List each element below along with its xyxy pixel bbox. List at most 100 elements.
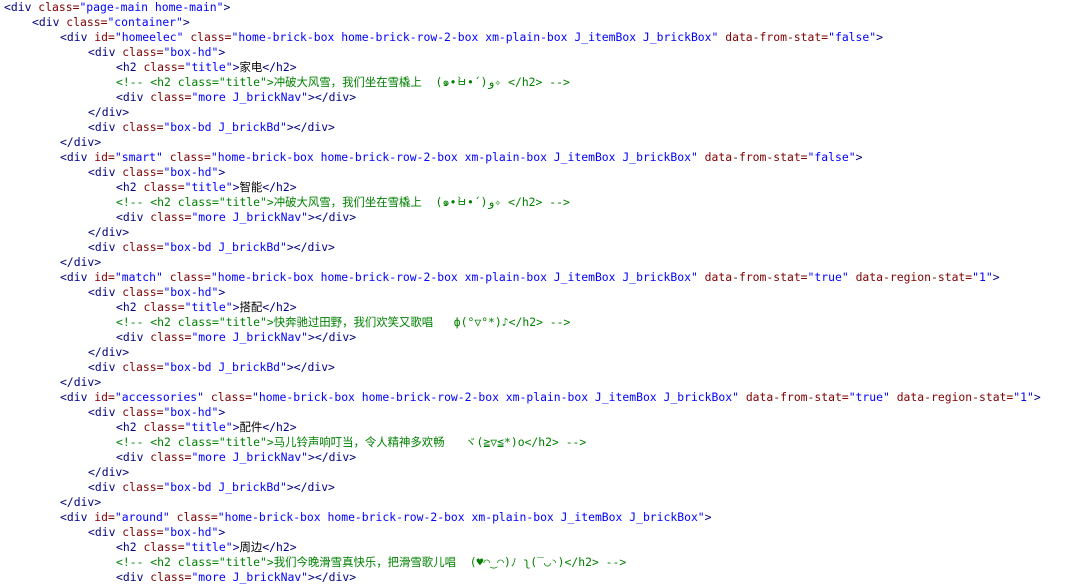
code-line: <div class="box-hd"> (0, 405, 1080, 420)
code-line: <div class="page-main home-main"> (0, 0, 1080, 15)
code-token-tag: ></div> (308, 450, 357, 464)
code-token-comment: <!-- <h2 class="title">我们今晚滑雪真快乐，把滑雪歌儿唱 … (116, 555, 627, 569)
code-token-attr-name: data-from-stat= (725, 30, 829, 44)
code-token-attr-val: "home-brick-box home-brick-row-2-box xm-… (210, 270, 705, 284)
code-token-tag: </div> (88, 345, 130, 359)
code-token-tag: > (876, 30, 883, 44)
code-token-attr-val: "home-brick-box home-brick-row-2-box xm-… (210, 150, 705, 164)
code-line: </div> (0, 255, 1080, 270)
code-token-tag: </h2> (262, 180, 297, 194)
code-token-tag: <div (60, 390, 95, 404)
code-token-attr-name: class= (143, 540, 185, 554)
code-token-attr-val: "true" (848, 390, 897, 404)
code-line: <div class="box-hd"> (0, 525, 1080, 540)
code-token-tag: <div (88, 405, 123, 419)
code-token-tag: <div (60, 30, 95, 44)
code-token-attr-name: class= (122, 240, 164, 254)
code-token-attr-val: "box-hd" (163, 165, 219, 179)
code-token-tag: </h2> (262, 420, 297, 434)
code-token-attr-name: data-from-stat= (745, 390, 849, 404)
code-line: <div id="smart" class="home-brick-box ho… (0, 150, 1080, 165)
code-token-attr-name: class= (122, 45, 164, 59)
code-token-attr-val: "true" (807, 270, 856, 284)
code-line: <div class="box-bd J_brickBd"></div> (0, 120, 1080, 135)
code-line: <div class="container"> (0, 15, 1080, 30)
code-token-attr-name: class= (210, 390, 253, 404)
code-token-tag: <div (116, 210, 151, 224)
code-token-tag: </h2> (262, 540, 297, 554)
code-line: <div class="more J_brickNav"></div> (0, 450, 1080, 465)
code-token-attr-name: class= (38, 0, 80, 14)
code-line: <div id="match" class="home-brick-box ho… (0, 270, 1080, 285)
code-token-attr-val: "box-hd" (163, 45, 219, 59)
code-line: </div> (0, 345, 1080, 360)
code-token-attr-name: data-from-stat= (704, 150, 808, 164)
code-token-comment: <!-- <h2 class="title">马儿铃声响叮当，令人精神多欢畅 ヾ… (116, 435, 587, 449)
code-line: </div> (0, 465, 1080, 480)
code-line: <div class="box-bd J_brickBd"></div> (0, 360, 1080, 375)
code-line: <div class="more J_brickNav"></div> (0, 330, 1080, 345)
code-line: <h2 class="title">家电</h2> (0, 60, 1080, 75)
code-token-tag: <h2 (116, 540, 144, 554)
code-token-attr-name: class= (122, 525, 164, 539)
code-token-attr-val: "title" (184, 60, 233, 74)
code-line: <div class="box-bd J_brickBd"></div> (0, 240, 1080, 255)
code-token-attr-name: data-from-stat= (704, 270, 808, 284)
code-token-tag: <h2 (116, 420, 144, 434)
code-token-attr-name: class= (169, 270, 211, 284)
code-token-attr-val: "1" (1013, 390, 1034, 404)
code-token-tag: <h2 (116, 180, 144, 194)
code-token-attr-name: class= (150, 210, 192, 224)
code-token-attr-name: data-region-stat= (896, 390, 1014, 404)
code-token-tag: <div (4, 0, 39, 14)
code-token-attr-val: "false" (828, 30, 877, 44)
code-token-tag: ></div> (286, 360, 335, 374)
code-token-tag: > (218, 45, 226, 59)
code-line: </div> (0, 135, 1080, 150)
code-token-attr-val: "more J_brickNav" (191, 570, 309, 584)
code-token-attr-val: "page-main home-main" (79, 0, 224, 14)
code-token-attr-name: class= (143, 180, 185, 194)
code-token-attr-name: class= (122, 360, 164, 374)
code-token-tag: <div (88, 165, 123, 179)
code-token-tag: > (218, 165, 226, 179)
code-line: <div class="box-hd"> (0, 45, 1080, 60)
code-line: <div class="more J_brickNav"></div> (0, 210, 1080, 225)
code-line: <h2 class="title">搭配</h2> (0, 300, 1080, 315)
code-token-tag: <h2 (116, 60, 144, 74)
code-line: <!-- <h2 class="title">快奔驰过田野，我们欢笑又歌唱 ф(… (0, 315, 1080, 330)
code-line: <div class="more J_brickNav"></div> (0, 90, 1080, 105)
code-token-attr-name: class= (143, 60, 185, 74)
code-token-attr-name: class= (150, 450, 192, 464)
code-token-tag: <div (60, 150, 95, 164)
code-token-attr-val: "home-brick-box home-brick-row-2-box xm-… (217, 510, 705, 524)
code-token-tag: > (992, 270, 1000, 284)
code-token-tag: ></div> (308, 90, 357, 104)
code-token-attr-val: "more J_brickNav" (191, 450, 309, 464)
code-token-attr-name: id= (94, 390, 115, 404)
code-token-attr-val: "false" (807, 150, 856, 164)
code-token-tag: ></div> (308, 330, 357, 344)
code-token-tag: <div (116, 90, 151, 104)
code-token-text: 搭配 (239, 300, 263, 314)
code-token-comment: <!-- <h2 class="title">冲破大风雪，我们坐在雪橇上 (๑•… (116, 75, 570, 89)
code-token-attr-val: "title" (184, 300, 233, 314)
code-token-attr-name: class= (143, 420, 185, 434)
code-token-tag: ></div> (308, 210, 357, 224)
code-token-attr-val: "box-bd J_brickBd" (163, 240, 287, 254)
code-token-text: 周边 (239, 540, 263, 554)
code-token-attr-name: class= (143, 300, 185, 314)
code-line: <div id="homeelec" class="home-brick-box… (0, 30, 1080, 45)
code-line: <div class="box-bd J_brickBd"></div> (0, 480, 1080, 495)
code-line: <!-- <h2 class="title">冲破大风雪，我们坐在雪橇上 (๑•… (0, 75, 1080, 90)
code-token-attr-name: class= (122, 480, 164, 494)
code-token-comment: <!-- <h2 class="title">冲破大风雪，我们坐在雪橇上 (๑•… (116, 195, 570, 209)
code-token-attr-name: data-region-stat= (855, 270, 973, 284)
code-token-attr-val: "container" (107, 15, 183, 29)
code-token-tag: <div (88, 120, 123, 134)
code-token-tag: <div (116, 330, 151, 344)
code-token-tag: > (182, 15, 190, 29)
code-token-tag: </div> (88, 225, 130, 239)
code-token-text: 家电 (239, 60, 263, 74)
code-token-attr-name: class= (122, 120, 164, 134)
